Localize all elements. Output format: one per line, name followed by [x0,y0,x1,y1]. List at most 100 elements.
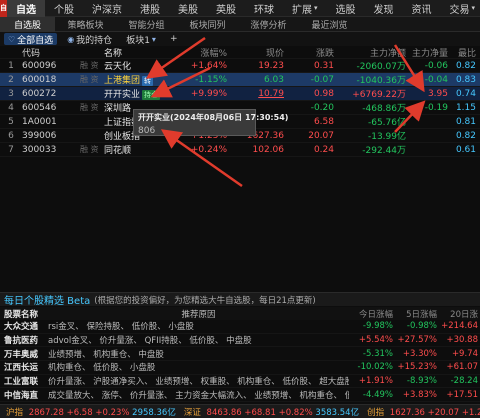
stock-tooltip: 开开实业(2024年08月06日 17:30:54) 806 [133,109,288,136]
subtab-0[interactable]: 自选股 [0,16,55,32]
app-window: 自 自选 个股 沪深京 港股 美股 英股 环球 扩展 ▾ 选股 发现 资讯 交易 ▾ 自选股 策略板块 智能分… [0,0,480,418]
header-pct[interactable]: 涨幅% [174,46,229,59]
filter-board-chip[interactable]: 板块1 ▾ [122,33,160,46]
header-price[interactable]: 现价 [229,46,284,59]
picks-row-today: -10.02% [357,362,393,373]
nav-item-10[interactable]: 资讯 [403,0,441,17]
row-net: -0.04 [424,74,448,85]
row-index: 5 [8,116,14,127]
picks-row-reason: 机构重仓、 低价股、 小盘股 [48,363,156,374]
subtab-3[interactable]: 板块同列 [177,17,238,32]
nav-item-label: 港股 [140,4,160,16]
nav-item-8[interactable]: 选股 [327,0,365,17]
status-sz-amt: 3583.54亿 [315,407,360,418]
filter-all-chip[interactable]: ♡ 全部自选 [4,33,58,46]
picks-row-five: +27.57% [397,335,437,346]
picks-row-name: 江西长运 [4,363,39,374]
status-sz[interactable]: 深证 8463.86 +68.81 +0.82% 3583.54亿 [184,406,359,418]
picks-header-twenty[interactable]: 20日涨 [437,308,480,320]
header-code[interactable]: 代码 [22,46,80,59]
row-flow: -2060.07万 [356,62,406,72]
picks-row-reason: 价升量涨、 沪股通净买入、 业绩预增、 权重股、 机构重仓、 低价股、 超大盘股 [48,377,349,388]
row-flow: -292.44万 [362,146,406,156]
chevron-down-icon: ▾ [151,34,156,44]
picks-row[interactable]: 万丰奥威 业绩预增、 机构重仓、 中盘股 -5.31% +3.30% +9.74 [0,347,480,362]
app-logo-icon[interactable]: 自 [0,0,7,17]
filter-board-label: 板块1 [126,35,150,46]
table-row[interactable]: 3 600272 开开实业 持仓 +9.99% 10.79 0.98 +6769.22万 3.9… [0,87,480,101]
picks-list: 大众交通 rsi金叉、 保险持股、 低价股、 小盘股 -9.98% -0.98% +21… [0,320,480,403]
transfer-badge[interactable]: 转 [142,76,154,86]
status-bar: 沪指 2867.28 +6.58 +0.23% 2958.36亿 深证 8463… [0,404,480,418]
nav-item-0[interactable]: 自选 [7,0,45,17]
header-net[interactable]: 主力净量 [406,46,448,59]
holding-badge[interactable]: 持仓 [142,90,161,100]
row-chg: -0.20 [310,102,334,113]
nav-item-5[interactable]: 英股 [207,0,245,17]
status-sh-chg: +6.58 [66,407,93,418]
nav-item-label: 扩展 [292,4,312,16]
row-low: 0.61 [455,144,476,155]
picks-row[interactable]: 鲁抗医药 advol金叉、 价升量涨、 QFII持股、 低价股、 中盘股 +5.54… [0,334,480,348]
chevron-down-icon: ▾ [471,4,476,12]
picks-row[interactable]: 中信海直 成交量放大、 涨停、 价升量涨、 主力资金大幅流入、 业绩预增、 机构重… [0,388,480,403]
picks-header-five[interactable]: 5日涨幅 [393,308,437,320]
row-flow: -468.86万 [362,104,406,114]
header-low[interactable]: 最比 [448,46,480,59]
add-board-button[interactable]: + [166,33,182,45]
table-row[interactable]: 7 300033 融 资同花顺 +0.24% 102.06 0.24 -292.44万 0.6… [0,143,480,157]
subtab-5[interactable]: 最近浏览 [299,17,360,32]
filter-holdings-chip[interactable]: ◉ 我的持仓 [63,33,116,46]
status-cy[interactable]: 创指 1627.36 +20.07 +1.25% [367,406,480,418]
picks-header-reason: 推荐原因 [181,309,216,320]
picks-row-today: -4.49% [362,389,393,400]
picks-row-reason: 成交量放大、 涨停、 价升量涨、 主力资金大幅流入、 业绩预增、 机构重仓、 低… [48,390,349,401]
picks-row-twenty: -28.24 [450,376,478,387]
picks-row[interactable]: 江西长运 机构重仓、 低价股、 小盘股 -10.02% +15.23% +61.07 [0,361,480,375]
row-chg: 20.07 [308,130,334,141]
subtab-2[interactable]: 智能分组 [116,17,177,32]
row-tag: 融 资 [80,145,99,154]
header-flow[interactable]: 主力净额 [334,46,406,59]
nav-item-6[interactable]: 环球 [245,0,283,17]
status-sh-value: 2867.28 [28,407,64,418]
row-name-cell: 云天化 [104,59,174,72]
subtab-4[interactable]: 涨停分析 [238,17,299,32]
chevron-down-icon: ▾ [314,4,318,12]
nav-item-11[interactable]: 交易 ▾ [441,0,480,17]
nav-item-label: 发现 [373,4,394,16]
nav-item-1[interactable]: 个股 [45,0,83,17]
table-header: 代码 名称 涨幅% 现价 涨跌 主力净额 主力净量 最比 [0,46,480,59]
picks-row-twenty: +30.88 [446,335,478,346]
row-price: 102.06 [252,144,285,155]
row-code: 399006 [22,130,57,141]
filter-all-label: 全部自选 [17,35,54,46]
picks-row[interactable]: 工业富联 价升量涨、 沪股通净买入、 业绩预增、 权重股、 机构重仓、 低价股、 … [0,375,480,389]
nav-item-4[interactable]: 美股 [169,0,207,17]
nav-item-2[interactable]: 沪深京 [83,0,131,17]
filter-bar: ♡ 全部自选 ◉ 我的持仓 板块1 ▾ + [0,32,480,46]
status-cy-chg: +20.07 [427,407,460,418]
status-sh[interactable]: 沪指 2867.28 +6.58 +0.23% 2958.36亿 [6,406,176,418]
nav-item-7[interactable]: 扩展 ▾ [283,0,327,17]
row-name-cell: 开开实业 持仓 [104,87,174,100]
watchlist-table: 代码 名称 涨幅% 现价 涨跌 主力净额 主力净量 最比 1 600096 融 资云… [0,46,480,157]
status-sz-pct: +0.82% [278,407,313,418]
row-net: 3.95 [427,88,448,99]
daily-picks-title[interactable]: 每日个股精选 Beta [4,292,90,307]
status-sz-value: 8463.86 [206,407,242,418]
picks-row[interactable]: 大众交通 rsi金叉、 保险持股、 低价股、 小盘股 -9.98% -0.98% +21… [0,320,480,334]
row-code: 600546 [22,102,57,113]
status-sz-name: 深证 [183,407,201,418]
header-name[interactable]: 名称 [104,46,174,59]
table-row[interactable]: 1 600096 融 资云天化 +1.64% 19.23 0.31 -2060.07万 -0.… [0,59,480,73]
nav-item-9[interactable]: 发现 [365,0,403,17]
row-price: 6.03 [263,74,284,85]
picks-header-today[interactable]: 今日涨幅 [349,308,393,320]
row-flow: -1040.36万 [356,76,406,86]
header-chg[interactable]: 涨跌 [284,46,334,59]
nav-item-label: 个股 [54,4,74,16]
nav-item-3[interactable]: 港股 [131,0,169,17]
subtab-1[interactable]: 策略板块 [55,17,116,32]
table-row[interactable]: 2 600018 融 资上港集团转 -1.15% 6.03 -0.07 -1040.36万 -… [0,73,480,87]
